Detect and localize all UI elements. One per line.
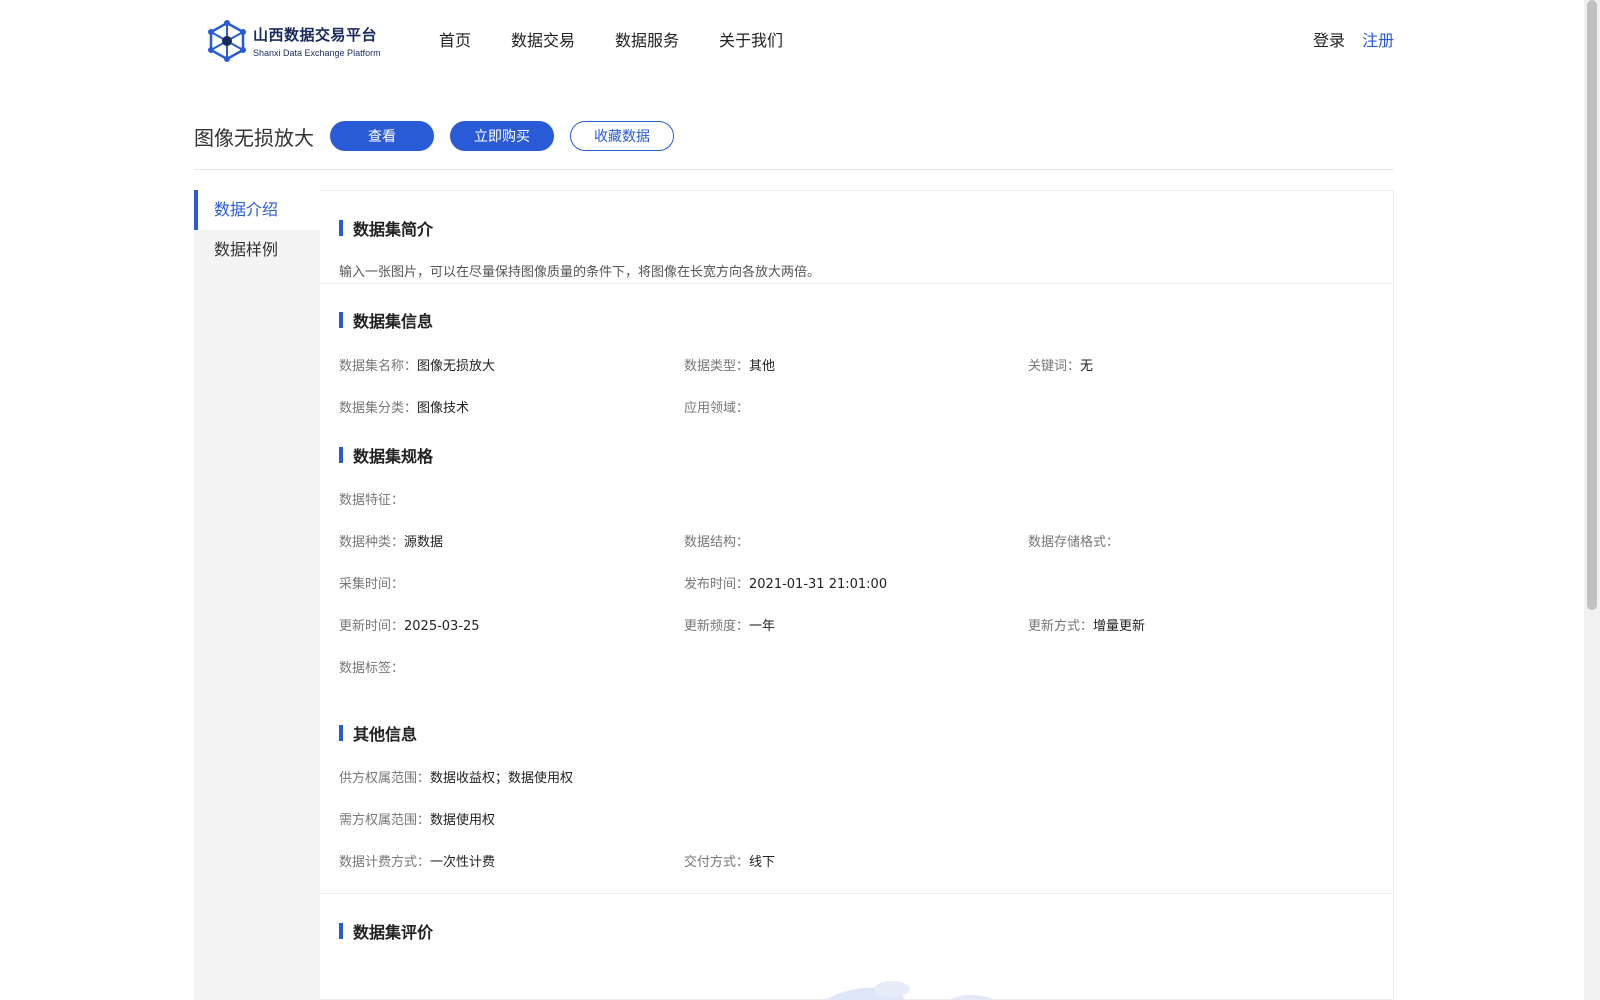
field-label: 更新时间： bbox=[339, 619, 405, 634]
logo-title-en: Shanxi Data Exchange Platform bbox=[253, 48, 381, 58]
field-value: 一年 bbox=[749, 619, 776, 634]
field-value: 2025-03-25 bbox=[404, 619, 480, 634]
section-spec-title: 数据集规格 bbox=[353, 447, 434, 466]
network-logo-icon bbox=[208, 20, 246, 62]
detail-content: 数据集简介 输入一张图片，可以在尽量保持图像质量的条件下，将图像在长宽方向各放大… bbox=[320, 190, 1394, 1000]
section-review-heading: 数据集评价 bbox=[339, 919, 433, 943]
field-application-domain: 应用领域： bbox=[684, 397, 749, 416]
field-keywords: 关键词：无 bbox=[1028, 355, 1093, 374]
field-label: 数据标签： bbox=[339, 661, 405, 676]
field-label: 供方权属范围： bbox=[339, 771, 431, 786]
section-marker bbox=[339, 220, 343, 236]
field-storage-format: 数据存储格式： bbox=[1028, 531, 1119, 550]
field-label: 需方权属范围： bbox=[339, 813, 431, 828]
field-data-structure: 数据结构： bbox=[684, 531, 749, 550]
field-demand-rights: 需方权属范围：数据使用权 bbox=[339, 809, 495, 828]
field-label: 交付方式： bbox=[684, 855, 750, 870]
section-intro-title: 数据集简介 bbox=[353, 220, 434, 239]
field-value: 其他 bbox=[749, 359, 776, 374]
field-label: 数据存储格式： bbox=[1028, 535, 1120, 550]
sidebar-item-data-sample[interactable]: 数据样例 bbox=[194, 230, 320, 270]
page-scrollbar[interactable] bbox=[1584, 0, 1600, 1000]
field-value: 2021-01-31 21:01:00 bbox=[749, 577, 888, 592]
nav-item-home[interactable]: 首页 bbox=[439, 27, 471, 51]
view-button[interactable]: 查看 bbox=[330, 121, 434, 151]
field-value: 增量更新 bbox=[1093, 619, 1146, 634]
section-review-title: 数据集评价 bbox=[353, 923, 434, 942]
section-other-title: 其他信息 bbox=[353, 725, 418, 744]
login-link[interactable]: 登录 bbox=[1313, 31, 1345, 50]
field-label: 数据种类： bbox=[339, 535, 405, 550]
detail-sidebar: 数据介绍 数据样例 bbox=[194, 190, 320, 1000]
field-label: 数据特征： bbox=[339, 493, 405, 508]
section-info-title: 数据集信息 bbox=[353, 312, 434, 331]
empty-review-illustration-icon bbox=[824, 981, 995, 1000]
section-marker bbox=[339, 447, 343, 463]
section-other-heading: 其他信息 bbox=[339, 721, 417, 745]
field-label: 应用领域： bbox=[684, 401, 750, 416]
field-dataset-category: 数据集分类：图像技术 bbox=[339, 397, 469, 416]
dataset-title-bar: 图像无损放大 查看 立即购买 收藏数据 bbox=[194, 120, 690, 152]
section-info-heading: 数据集信息 bbox=[339, 308, 433, 332]
field-update-time: 更新时间：2025-03-25 bbox=[339, 615, 480, 634]
field-value: 数据收益权；数据使用权 bbox=[430, 771, 574, 786]
logo-title-cn: 山西数据交易平台 bbox=[253, 26, 378, 44]
field-collect-time: 采集时间： bbox=[339, 573, 404, 592]
field-value: 线下 bbox=[749, 855, 776, 870]
auth-links: 登录 注册 bbox=[1313, 27, 1394, 51]
section-marker bbox=[339, 312, 343, 328]
favorite-button[interactable]: 收藏数据 bbox=[570, 121, 674, 151]
field-value: 数据使用权 bbox=[430, 813, 496, 828]
section-spec-heading: 数据集规格 bbox=[339, 443, 433, 467]
buy-now-button[interactable]: 立即购买 bbox=[450, 121, 554, 151]
field-value: 图像无损放大 bbox=[417, 359, 496, 374]
field-value: 无 bbox=[1080, 359, 1094, 374]
field-value: 一次性计费 bbox=[430, 855, 496, 870]
field-publish-time: 发布时间：2021-01-31 21:01:00 bbox=[684, 573, 887, 592]
field-value: 源数据 bbox=[404, 535, 444, 550]
page-title: 图像无损放大 bbox=[194, 125, 314, 150]
register-link[interactable]: 注册 bbox=[1362, 31, 1394, 50]
field-label: 数据集名称： bbox=[339, 359, 418, 374]
section-marker bbox=[339, 923, 343, 939]
field-data-kind: 数据种类：源数据 bbox=[339, 531, 443, 550]
field-delivery-method: 交付方式：线下 bbox=[684, 851, 775, 870]
section-marker bbox=[339, 725, 343, 741]
field-label: 数据计费方式： bbox=[339, 855, 431, 870]
field-data-features: 数据特征： bbox=[339, 489, 404, 508]
field-update-frequency: 更新频度：一年 bbox=[684, 615, 775, 634]
section-intro-heading: 数据集简介 bbox=[339, 216, 433, 240]
field-dataset-name: 数据集名称：图像无损放大 bbox=[339, 355, 495, 374]
dataset-description: 输入一张图片，可以在尽量保持图像质量的条件下，将图像在长宽方向各放大两倍。 bbox=[339, 265, 821, 280]
field-update-mode: 更新方式：增量更新 bbox=[1028, 615, 1145, 634]
main-nav: 首页 数据交易 数据服务 关于我们 bbox=[439, 27, 823, 51]
field-label: 数据集分类： bbox=[339, 401, 418, 416]
field-supply-rights: 供方权属范围：数据收益权；数据使用权 bbox=[339, 767, 573, 786]
field-label: 关键词： bbox=[1028, 359, 1081, 374]
nav-item-data-trading[interactable]: 数据交易 bbox=[511, 27, 575, 51]
field-label: 发布时间： bbox=[684, 577, 750, 592]
field-value: 图像技术 bbox=[417, 401, 470, 416]
section-divider bbox=[320, 283, 1393, 284]
field-label: 更新频度： bbox=[684, 619, 750, 634]
field-data-tags: 数据标签： bbox=[339, 657, 404, 676]
section-divider bbox=[320, 893, 1393, 894]
field-data-type: 数据类型：其他 bbox=[684, 355, 775, 374]
nav-item-about-us[interactable]: 关于我们 bbox=[719, 27, 783, 51]
field-label: 采集时间： bbox=[339, 577, 405, 592]
field-billing-method: 数据计费方式：一次性计费 bbox=[339, 851, 495, 870]
field-label: 数据类型： bbox=[684, 359, 750, 374]
title-divider bbox=[194, 169, 1394, 170]
sidebar-item-data-intro[interactable]: 数据介绍 bbox=[194, 190, 320, 230]
nav-item-data-services[interactable]: 数据服务 bbox=[615, 27, 679, 51]
field-label: 数据结构： bbox=[684, 535, 750, 550]
platform-logo[interactable]: 山西数据交易平台 Shanxi Data Exchange Platform bbox=[207, 20, 381, 62]
top-header: 山西数据交易平台 Shanxi Data Exchange Platform 首… bbox=[0, 0, 1584, 80]
field-label: 更新方式： bbox=[1028, 619, 1094, 634]
scrollbar-thumb[interactable] bbox=[1587, 0, 1597, 610]
